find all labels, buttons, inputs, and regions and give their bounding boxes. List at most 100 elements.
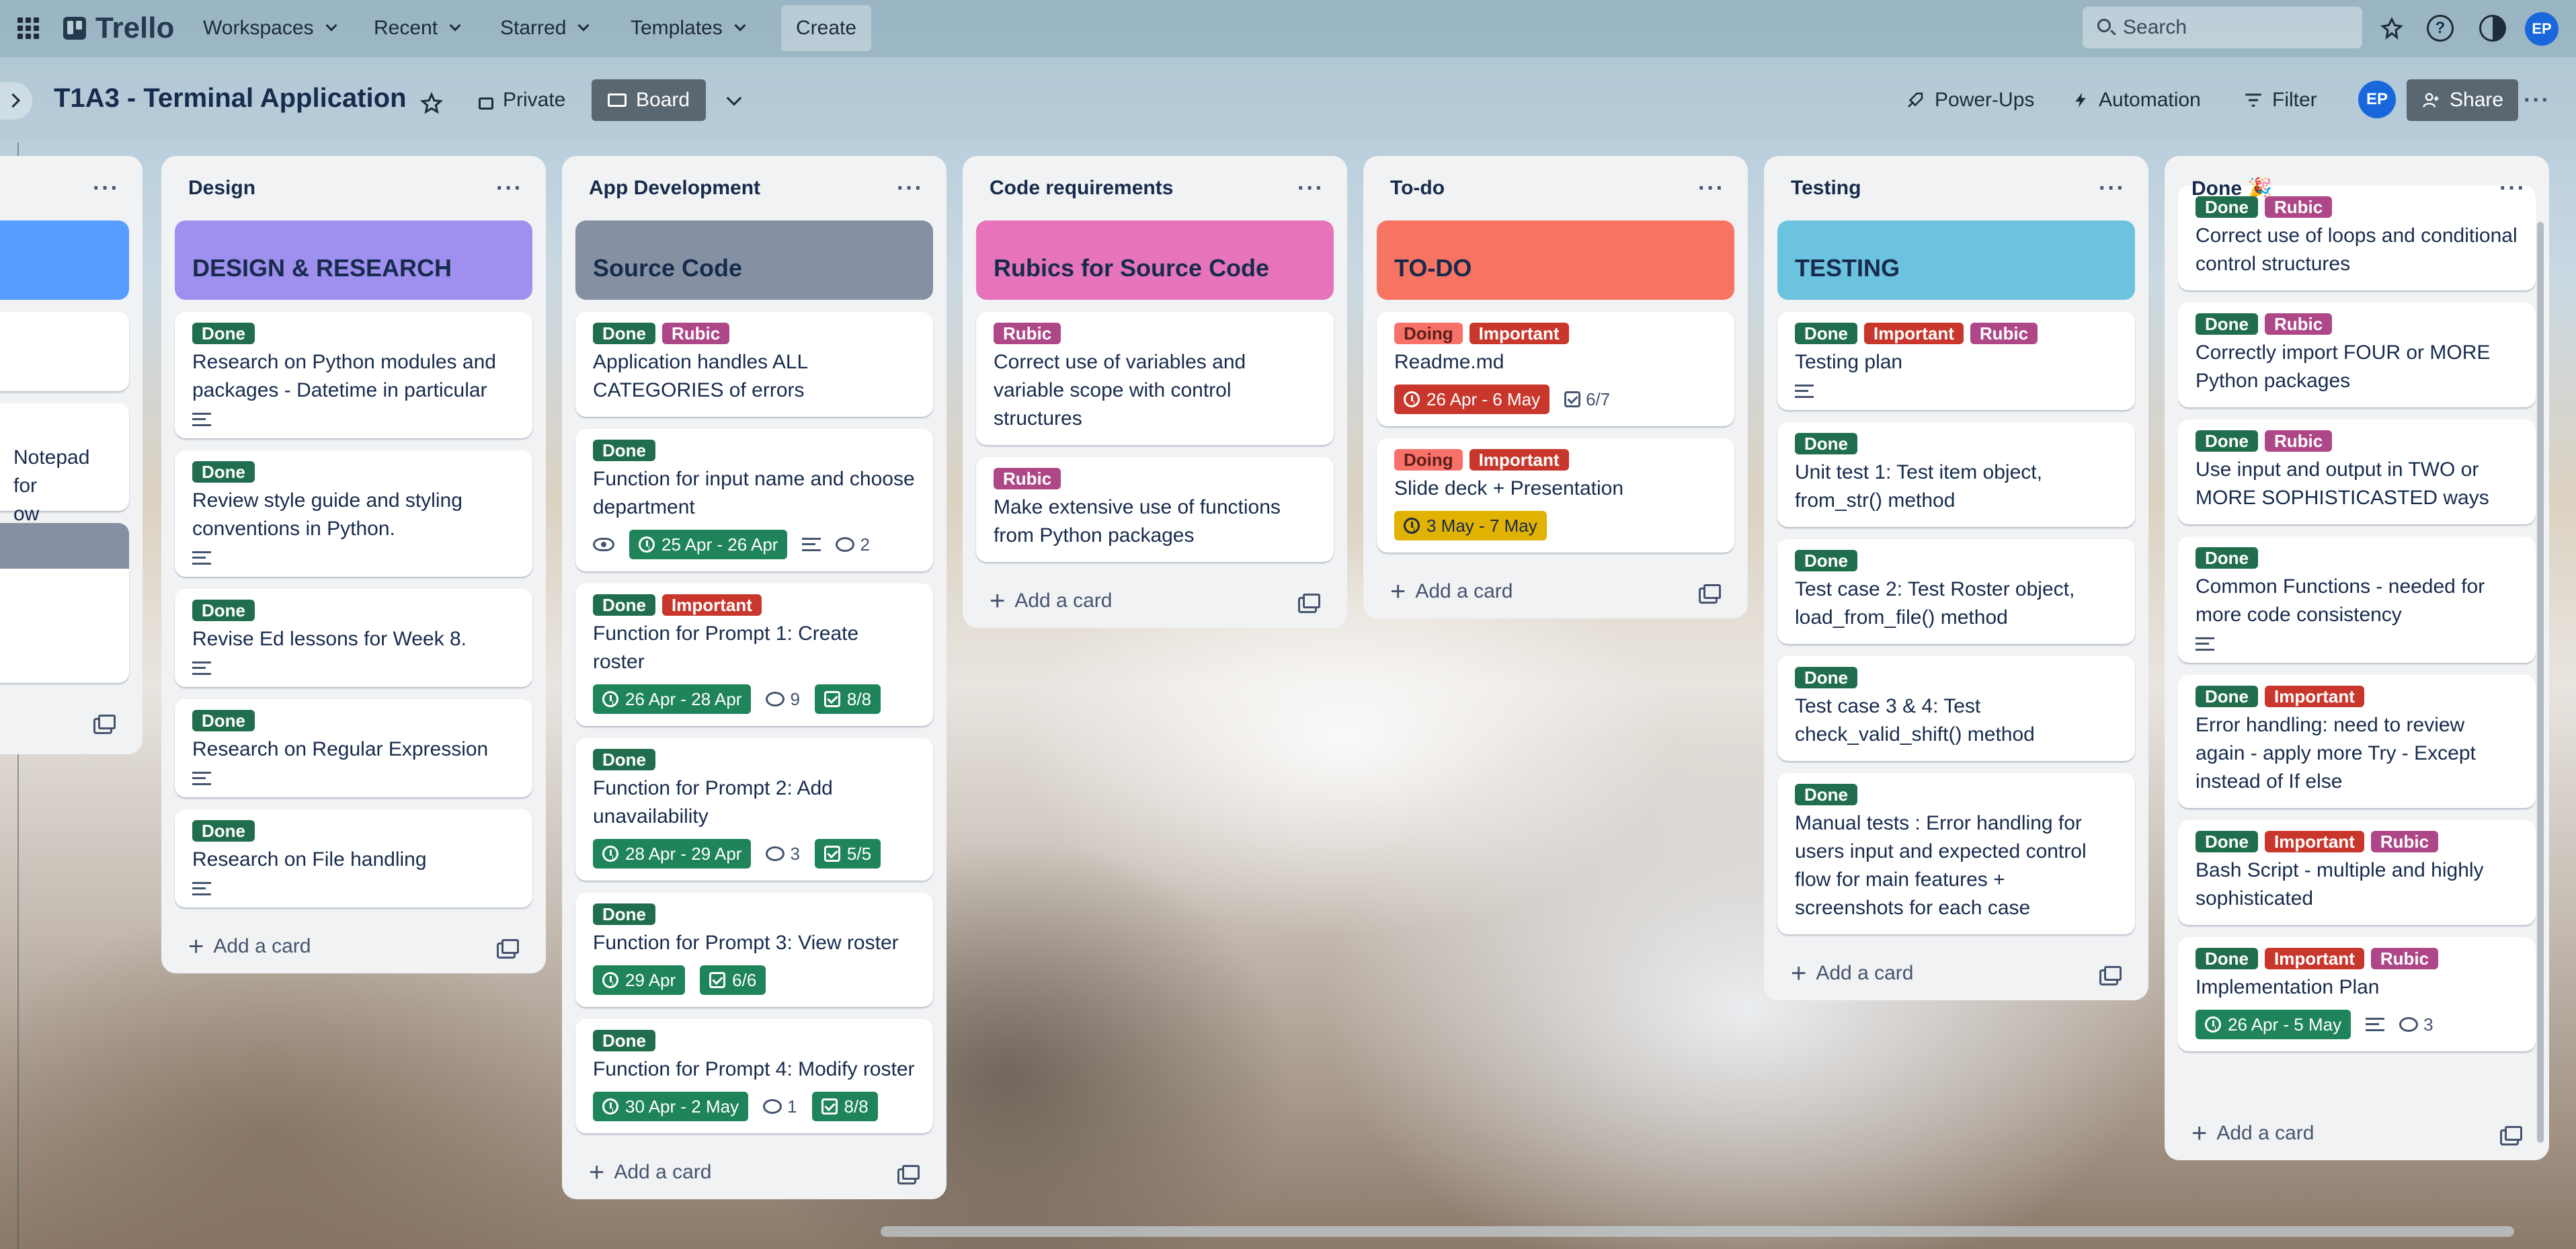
label-important[interactable]: Important: [1469, 323, 1569, 344]
visibility-button[interactable]: Private: [479, 79, 565, 121]
label-done[interactable]: Done: [192, 461, 255, 483]
card[interactable]: Done Function for input name and choose d…: [575, 429, 933, 571]
list-card[interactable]: Notepad for ow: [0, 403, 129, 525]
nav-templates[interactable]: Templates: [631, 9, 746, 47]
card[interactable]: Done Revise Ed lessons for Week 8.: [175, 589, 532, 687]
card[interactable]: Done Rubic Correctly import FOUR or MORE P…: [2178, 303, 2536, 407]
create-from-template-icon[interactable]: [1303, 594, 1320, 608]
board-view-button[interactable]: Board: [592, 79, 707, 121]
due-date-badge[interactable]: 3 May - 7 May: [1394, 511, 1547, 540]
card[interactable]: Done Function for Prompt 3: View roster 29…: [575, 893, 933, 1007]
add-card-button[interactable]: + Add a card: [1390, 577, 1513, 607]
nav-recent[interactable]: Recent: [374, 9, 461, 47]
add-card-button[interactable]: + Add a card: [188, 932, 311, 962]
trello-logo[interactable]: Trello: [63, 9, 174, 47]
create-from-template-icon[interactable]: [2505, 1126, 2522, 1141]
label-important[interactable]: Important: [2265, 948, 2364, 969]
search-input[interactable]: Search: [2083, 7, 2362, 48]
label-done[interactable]: Done: [1795, 323, 1857, 344]
card[interactable]: Doing Important Readme.md 26 Apr - 6 May 6/7: [1377, 312, 1734, 426]
card[interactable]: Done Rubic Correct use of loops and condit…: [2178, 186, 2536, 290]
card[interactable]: Done Function for Prompt 4: Modify roster…: [575, 1019, 933, 1133]
label-rubic[interactable]: Rubic: [1970, 323, 2038, 344]
nav-starred[interactable]: Starred: [500, 9, 590, 47]
due-date-badge[interactable]: 25 Apr - 26 Apr: [629, 530, 788, 559]
card[interactable]: Doing Important Slide deck + Presentation 3…: [1377, 438, 1734, 553]
label-done[interactable]: Done: [2196, 430, 2258, 452]
list-title[interactable]: Code requirements: [990, 177, 1173, 200]
label-done[interactable]: Done: [593, 749, 655, 770]
list-menu-button[interactable]: ···: [2099, 175, 2126, 202]
star-board-button[interactable]: [419, 86, 444, 121]
add-card-button[interactable]: + Add a card: [589, 1158, 711, 1188]
label-rubic[interactable]: Rubic: [994, 468, 1061, 489]
card[interactable]: Done Important Rubic Implementation Plan 26 …: [2178, 937, 2536, 1051]
list-header[interactable]: To-do ···: [1377, 156, 1734, 220]
due-date-badge[interactable]: 30 Apr - 2 May: [593, 1092, 749, 1121]
list-title[interactable]: Testing: [1791, 177, 1861, 200]
create-from-template-icon[interactable]: [902, 1165, 920, 1180]
card[interactable]: Done Unit test 1: Test item object, from_…: [1777, 422, 2135, 527]
label-doing[interactable]: Doing: [1394, 323, 1463, 344]
label-done[interactable]: Done: [192, 820, 255, 842]
template-icon[interactable]: [98, 715, 116, 729]
list-menu-button[interactable]: ···: [93, 175, 120, 202]
card[interactable]: Done Review style guide and styling conve…: [175, 450, 532, 577]
due-date-badge[interactable]: 28 Apr - 29 Apr: [593, 839, 752, 869]
label-done[interactable]: Done: [593, 903, 655, 925]
label-rubic[interactable]: Rubic: [2265, 196, 2333, 218]
list-menu-button[interactable]: ···: [2499, 175, 2526, 202]
list-scrollbar[interactable]: [2537, 222, 2544, 1143]
add-card-button[interactable]: + Add a card: [1791, 959, 1913, 989]
list-title[interactable]: App Development: [589, 177, 760, 200]
label-rubic[interactable]: Rubic: [994, 323, 1061, 344]
create-button[interactable]: Create: [781, 5, 872, 51]
card[interactable]: Done Test case 3 & 4: Test check_valid_sh…: [1777, 656, 2135, 761]
label-done[interactable]: Done: [1795, 550, 1857, 571]
add-card-button[interactable]: + Add a card: [2191, 1119, 2314, 1149]
label-rubic[interactable]: Rubic: [2370, 948, 2439, 969]
nav-workspaces[interactable]: Workspaces: [203, 9, 337, 47]
powerups-button[interactable]: Power-Ups: [1905, 79, 2034, 121]
label-done[interactable]: Done: [192, 323, 255, 344]
create-from-template-icon[interactable]: [501, 939, 519, 954]
label-important[interactable]: Important: [2265, 831, 2364, 852]
label-done[interactable]: Done: [192, 710, 255, 731]
list-menu-button[interactable]: ···: [496, 175, 523, 202]
card[interactable]: Done Common Functions - needed for more c…: [2178, 536, 2536, 663]
card[interactable]: Done Test case 2: Test Roster object, loa…: [1777, 539, 2135, 644]
list-cover-card[interactable]: TESTING: [1777, 220, 2135, 300]
user-avatar[interactable]: EP: [2525, 12, 2559, 46]
horizontal-scrollbar[interactable]: [881, 1226, 2514, 1237]
help-icon[interactable]: ?: [2427, 15, 2454, 42]
label-important[interactable]: Important: [1864, 323, 1964, 344]
add-card-button[interactable]: + Add a card: [990, 586, 1112, 616]
card[interactable]: Done Research on File handling: [175, 809, 532, 908]
label-important[interactable]: Important: [2265, 686, 2364, 707]
label-done[interactable]: Done: [1795, 784, 1857, 805]
label-done[interactable]: Done: [593, 1030, 655, 1051]
list-header[interactable]: Design ···: [175, 156, 532, 220]
card[interactable]: Rubic Make extensive use of functions fro…: [976, 457, 1334, 562]
list-cover-card[interactable]: TO-DO: [1377, 220, 1734, 300]
due-date-badge[interactable]: 26 Apr - 5 May: [2196, 1010, 2351, 1039]
list-header[interactable]: Testing ···: [1777, 156, 2135, 220]
list-menu-button[interactable]: ···: [897, 175, 924, 202]
card[interactable]: Done Research on Python modules and packa…: [175, 312, 532, 438]
due-date-badge[interactable]: 29 Apr: [593, 965, 686, 995]
label-done[interactable]: Done: [593, 323, 655, 344]
card[interactable]: Done Important Rubic Testing plan: [1777, 312, 2135, 410]
card[interactable]: Done Research on Regular Expression: [175, 699, 532, 797]
filter-button[interactable]: Filter: [2244, 79, 2317, 121]
list-menu-button[interactable]: ···: [1297, 175, 1324, 202]
label-done[interactable]: Done: [192, 600, 255, 621]
label-rubic[interactable]: Rubic: [662, 323, 730, 344]
list-cover-card[interactable]: Rubics for Source Code: [976, 220, 1334, 300]
label-important[interactable]: Important: [1469, 449, 1569, 471]
board-member-avatar[interactable]: EP: [2358, 81, 2396, 118]
label-done[interactable]: Done: [2196, 948, 2258, 969]
label-rubic[interactable]: Rubic: [2370, 831, 2439, 852]
due-date-badge[interactable]: 26 Apr - 6 May: [1394, 385, 1550, 414]
board-title[interactable]: T1A3 - Terminal Application: [54, 83, 407, 114]
label-done[interactable]: Done: [2196, 547, 2258, 569]
